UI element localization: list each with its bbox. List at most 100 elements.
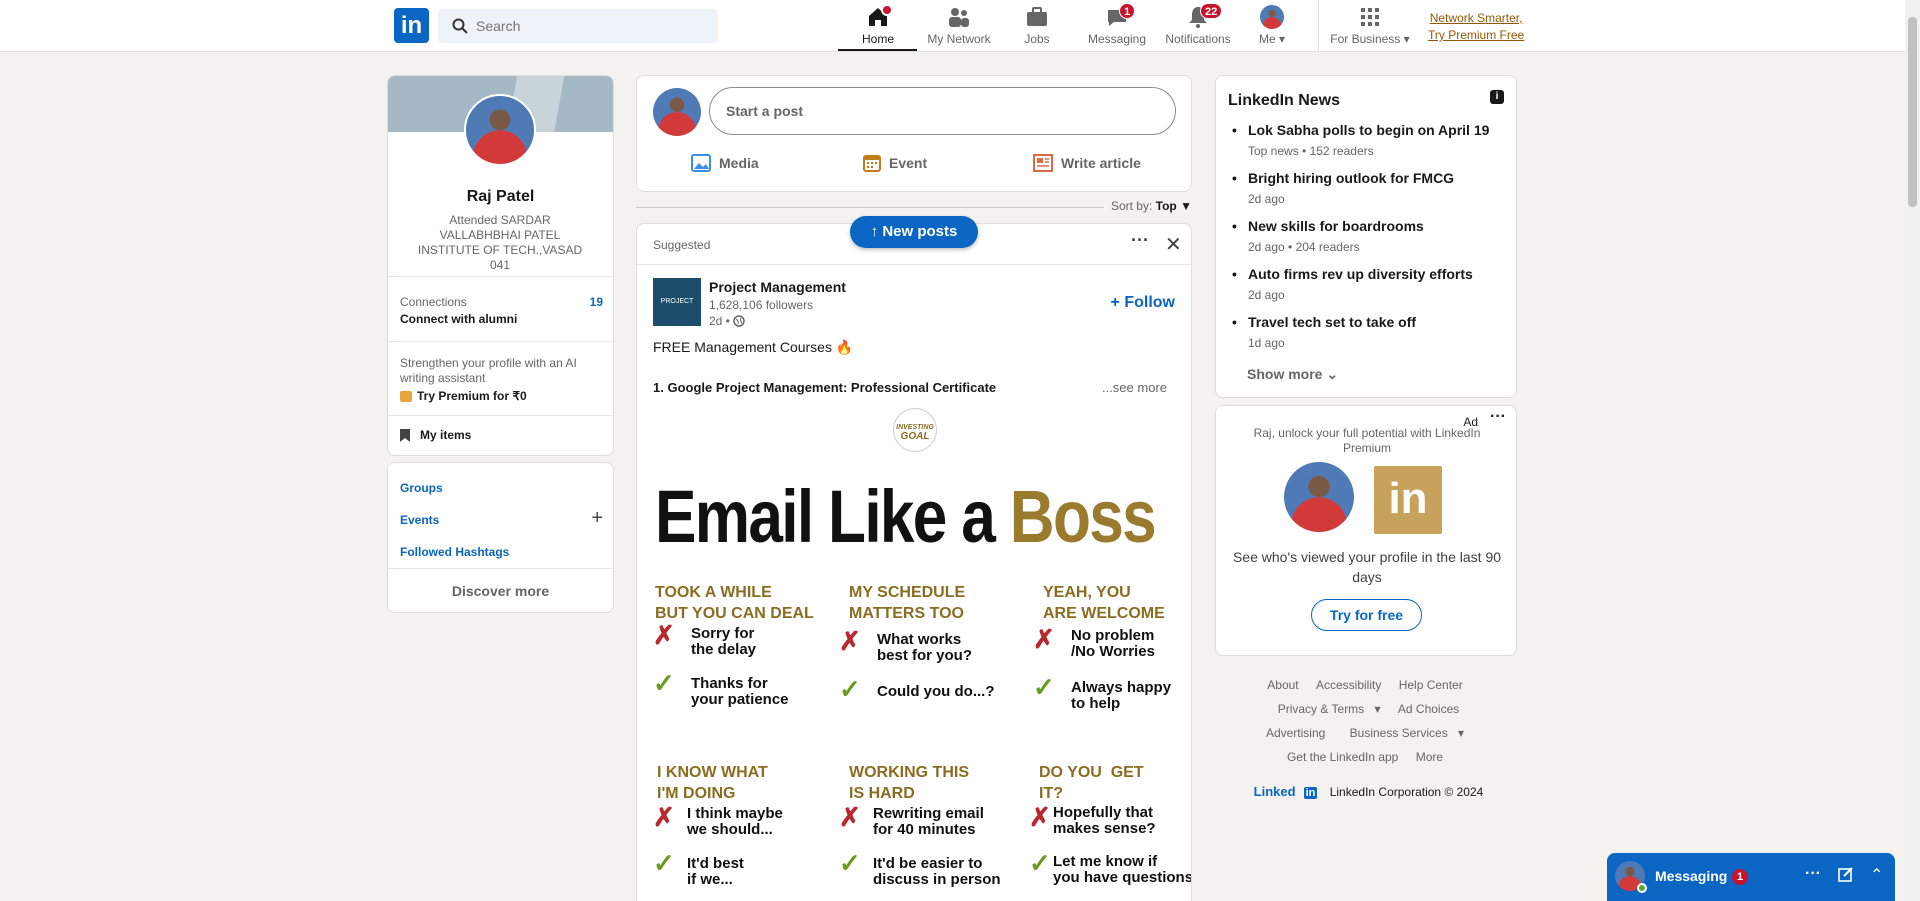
see-more-link[interactable]: ...see more bbox=[1102, 380, 1167, 395]
divider bbox=[388, 415, 613, 416]
briefcase-icon bbox=[1025, 5, 1049, 29]
footer-more-link[interactable]: More bbox=[1416, 750, 1443, 764]
footer-accessibility-link[interactable]: Accessibility bbox=[1316, 678, 1381, 692]
write-article-button[interactable]: Write article bbox=[1033, 154, 1141, 175]
chevron-up-icon[interactable]: ⌃ bbox=[1870, 865, 1883, 885]
footer-privacy-link[interactable]: Privacy & Terms ▾ bbox=[1271, 702, 1381, 716]
add-event-icon[interactable]: + bbox=[591, 507, 603, 530]
connections-row[interactable]: Connections 19 Connect with alumni bbox=[400, 295, 603, 326]
scrollbar-thumb[interactable] bbox=[1908, 17, 1917, 207]
company-name[interactable]: Project Management bbox=[709, 279, 846, 295]
more-options-icon[interactable]: ··· bbox=[1805, 865, 1821, 883]
news-item-title[interactable]: New skills for boardrooms bbox=[1232, 218, 1424, 234]
sort-label: Sort by: bbox=[1110, 199, 1153, 213]
premium-cta-label: Try Premium for ₹0 bbox=[417, 389, 527, 403]
news-item-title[interactable]: Auto firms rev up diversity efforts bbox=[1232, 266, 1473, 282]
cross-icon: ✗ bbox=[653, 802, 675, 832]
search-box[interactable] bbox=[438, 9, 718, 43]
brand-text: Linked bbox=[1253, 784, 1296, 799]
company-logo[interactable]: PROJECT bbox=[653, 278, 701, 326]
post-text-line-2: 1. Google Project Management: Profession… bbox=[653, 380, 997, 395]
try-for-free-button[interactable]: Try for free bbox=[1311, 599, 1422, 631]
discover-more-button[interactable]: Discover more bbox=[388, 583, 613, 599]
events-link[interactable]: Events bbox=[400, 513, 439, 527]
try-premium-link[interactable]: Network Smarter, Try Premium Free bbox=[1428, 10, 1524, 44]
more-options-icon[interactable]: ··· bbox=[1131, 230, 1149, 251]
news-item-title[interactable]: Bright hiring outlook for FMCG bbox=[1232, 170, 1454, 186]
image-headline: Email Like a Boss bbox=[655, 474, 1157, 559]
nav-messaging[interactable]: 1 Messaging bbox=[1086, 3, 1148, 46]
premium-line-2: Try Premium Free bbox=[1428, 28, 1525, 42]
investing-goal-logo: INVESTING GOAL bbox=[893, 408, 937, 452]
connect-alumni-label: Connect with alumni bbox=[400, 312, 518, 326]
badge-bottom-text: GOAL bbox=[900, 431, 930, 442]
footer-business-link[interactable]: Business Services ▾ bbox=[1343, 726, 1464, 740]
footer-business-label: Business Services bbox=[1349, 726, 1448, 740]
footer-adchoices-link[interactable]: Ad Choices bbox=[1398, 702, 1459, 716]
show-more-button[interactable]: Show more ⌄ bbox=[1247, 366, 1338, 383]
tip-bad: Hopefully that makes sense? bbox=[1053, 804, 1156, 837]
news-item-title[interactable]: Travel tech set to take off bbox=[1232, 314, 1416, 330]
nav-messaging-label: Messaging bbox=[1087, 32, 1147, 46]
start-post-button[interactable]: Start a post bbox=[709, 87, 1176, 135]
footer-advertising-link[interactable]: Advertising bbox=[1266, 726, 1325, 740]
sort-value: Top bbox=[1155, 199, 1177, 213]
messaging-overlay-bar[interactable]: Messaging 1 ··· ⌃ bbox=[1607, 853, 1895, 901]
caret-down-icon: ▼ bbox=[1180, 199, 1192, 213]
news-item-title[interactable]: Lok Sabha polls to begin on April 19 bbox=[1232, 122, 1489, 138]
nav-home[interactable]: Home bbox=[848, 4, 908, 46]
sort-bar: Sort by: Top ▼ bbox=[636, 199, 1192, 215]
premium-line-1: Network Smarter, bbox=[1429, 11, 1523, 25]
footer-app-link[interactable]: Get the LinkedIn app bbox=[1287, 750, 1398, 764]
show-more-label: Show more bbox=[1247, 366, 1323, 382]
groups-link[interactable]: Groups bbox=[400, 481, 443, 495]
media-button[interactable]: Media bbox=[691, 154, 759, 175]
my-items-link[interactable]: My items bbox=[400, 428, 471, 443]
calendar-icon bbox=[863, 154, 881, 175]
profile-avatar[interactable] bbox=[464, 94, 536, 166]
headline-part-b: Boss bbox=[1009, 475, 1157, 558]
community-card: Groups Events + Followed Hashtags Discov… bbox=[387, 462, 614, 613]
linkedin-logo[interactable]: in bbox=[394, 8, 429, 43]
follow-button[interactable]: + Follow bbox=[1111, 294, 1175, 312]
profile-card: Raj Patel Attended SARDAR VALLABHBHAI PA… bbox=[387, 75, 614, 456]
divider bbox=[388, 341, 613, 342]
avatar[interactable] bbox=[653, 88, 701, 136]
tip-good: It'd be easier to discuss in person bbox=[873, 855, 1001, 888]
nav-my-network-label: My Network bbox=[927, 32, 991, 46]
footer-help-link[interactable]: Help Center bbox=[1399, 678, 1463, 692]
more-options-icon[interactable]: ··· bbox=[1490, 408, 1506, 426]
footer-about-link[interactable]: About bbox=[1267, 678, 1298, 692]
news-item-meta: 2d ago • 204 readers bbox=[1248, 240, 1360, 254]
nav-my-network[interactable]: My Network bbox=[920, 5, 998, 46]
nav-for-business[interactable]: For Business ▾ bbox=[1328, 5, 1412, 46]
messaging-bar-count: 1 bbox=[1732, 869, 1748, 885]
post-image[interactable]: INVESTING GOAL Email Like a Boss TOOK A … bbox=[637, 404, 1191, 901]
nav-jobs[interactable]: Jobs bbox=[1016, 5, 1058, 46]
nav-notifications[interactable]: 22 Notifications bbox=[1160, 3, 1236, 46]
sort-dropdown[interactable]: Sort by: Top ▼ bbox=[1111, 199, 1192, 213]
premium-promo[interactable]: Strengthen your profile with an AI writi… bbox=[400, 356, 600, 403]
chevron-down-icon: ⌄ bbox=[1322, 366, 1339, 382]
news-item-meta: 2d ago bbox=[1248, 288, 1285, 302]
new-posts-button[interactable]: ↑ New posts bbox=[850, 216, 978, 248]
avatar bbox=[1260, 5, 1284, 29]
compose-icon[interactable] bbox=[1838, 866, 1854, 887]
news-item-meta: 1d ago bbox=[1248, 336, 1285, 350]
top-navigation: in Home My Network Jobs 1 Messaging bbox=[0, 0, 1905, 52]
check-icon: ✓ bbox=[653, 668, 675, 698]
media-label: Media bbox=[719, 155, 759, 172]
close-icon[interactable]: ✕ bbox=[1165, 232, 1182, 257]
nav-me[interactable]: Me ▾ bbox=[1252, 5, 1292, 46]
nav-divider bbox=[1318, 0, 1319, 52]
tip-bad: Sorry for the delay bbox=[691, 625, 757, 658]
info-icon[interactable]: i bbox=[1490, 90, 1504, 104]
event-button[interactable]: Event bbox=[863, 154, 927, 175]
followed-hashtags-link[interactable]: Followed Hashtags bbox=[400, 545, 509, 559]
profile-name[interactable]: Raj Patel bbox=[388, 188, 613, 206]
post-text-line-1: FREE Management Courses 🔥 bbox=[653, 339, 854, 355]
premium-icon bbox=[400, 391, 412, 403]
page-scrollbar[interactable] bbox=[1905, 0, 1920, 901]
search-input[interactable] bbox=[476, 9, 706, 43]
footer-copyright: Linked in LinkedIn Corporation © 2024 bbox=[1213, 784, 1517, 799]
